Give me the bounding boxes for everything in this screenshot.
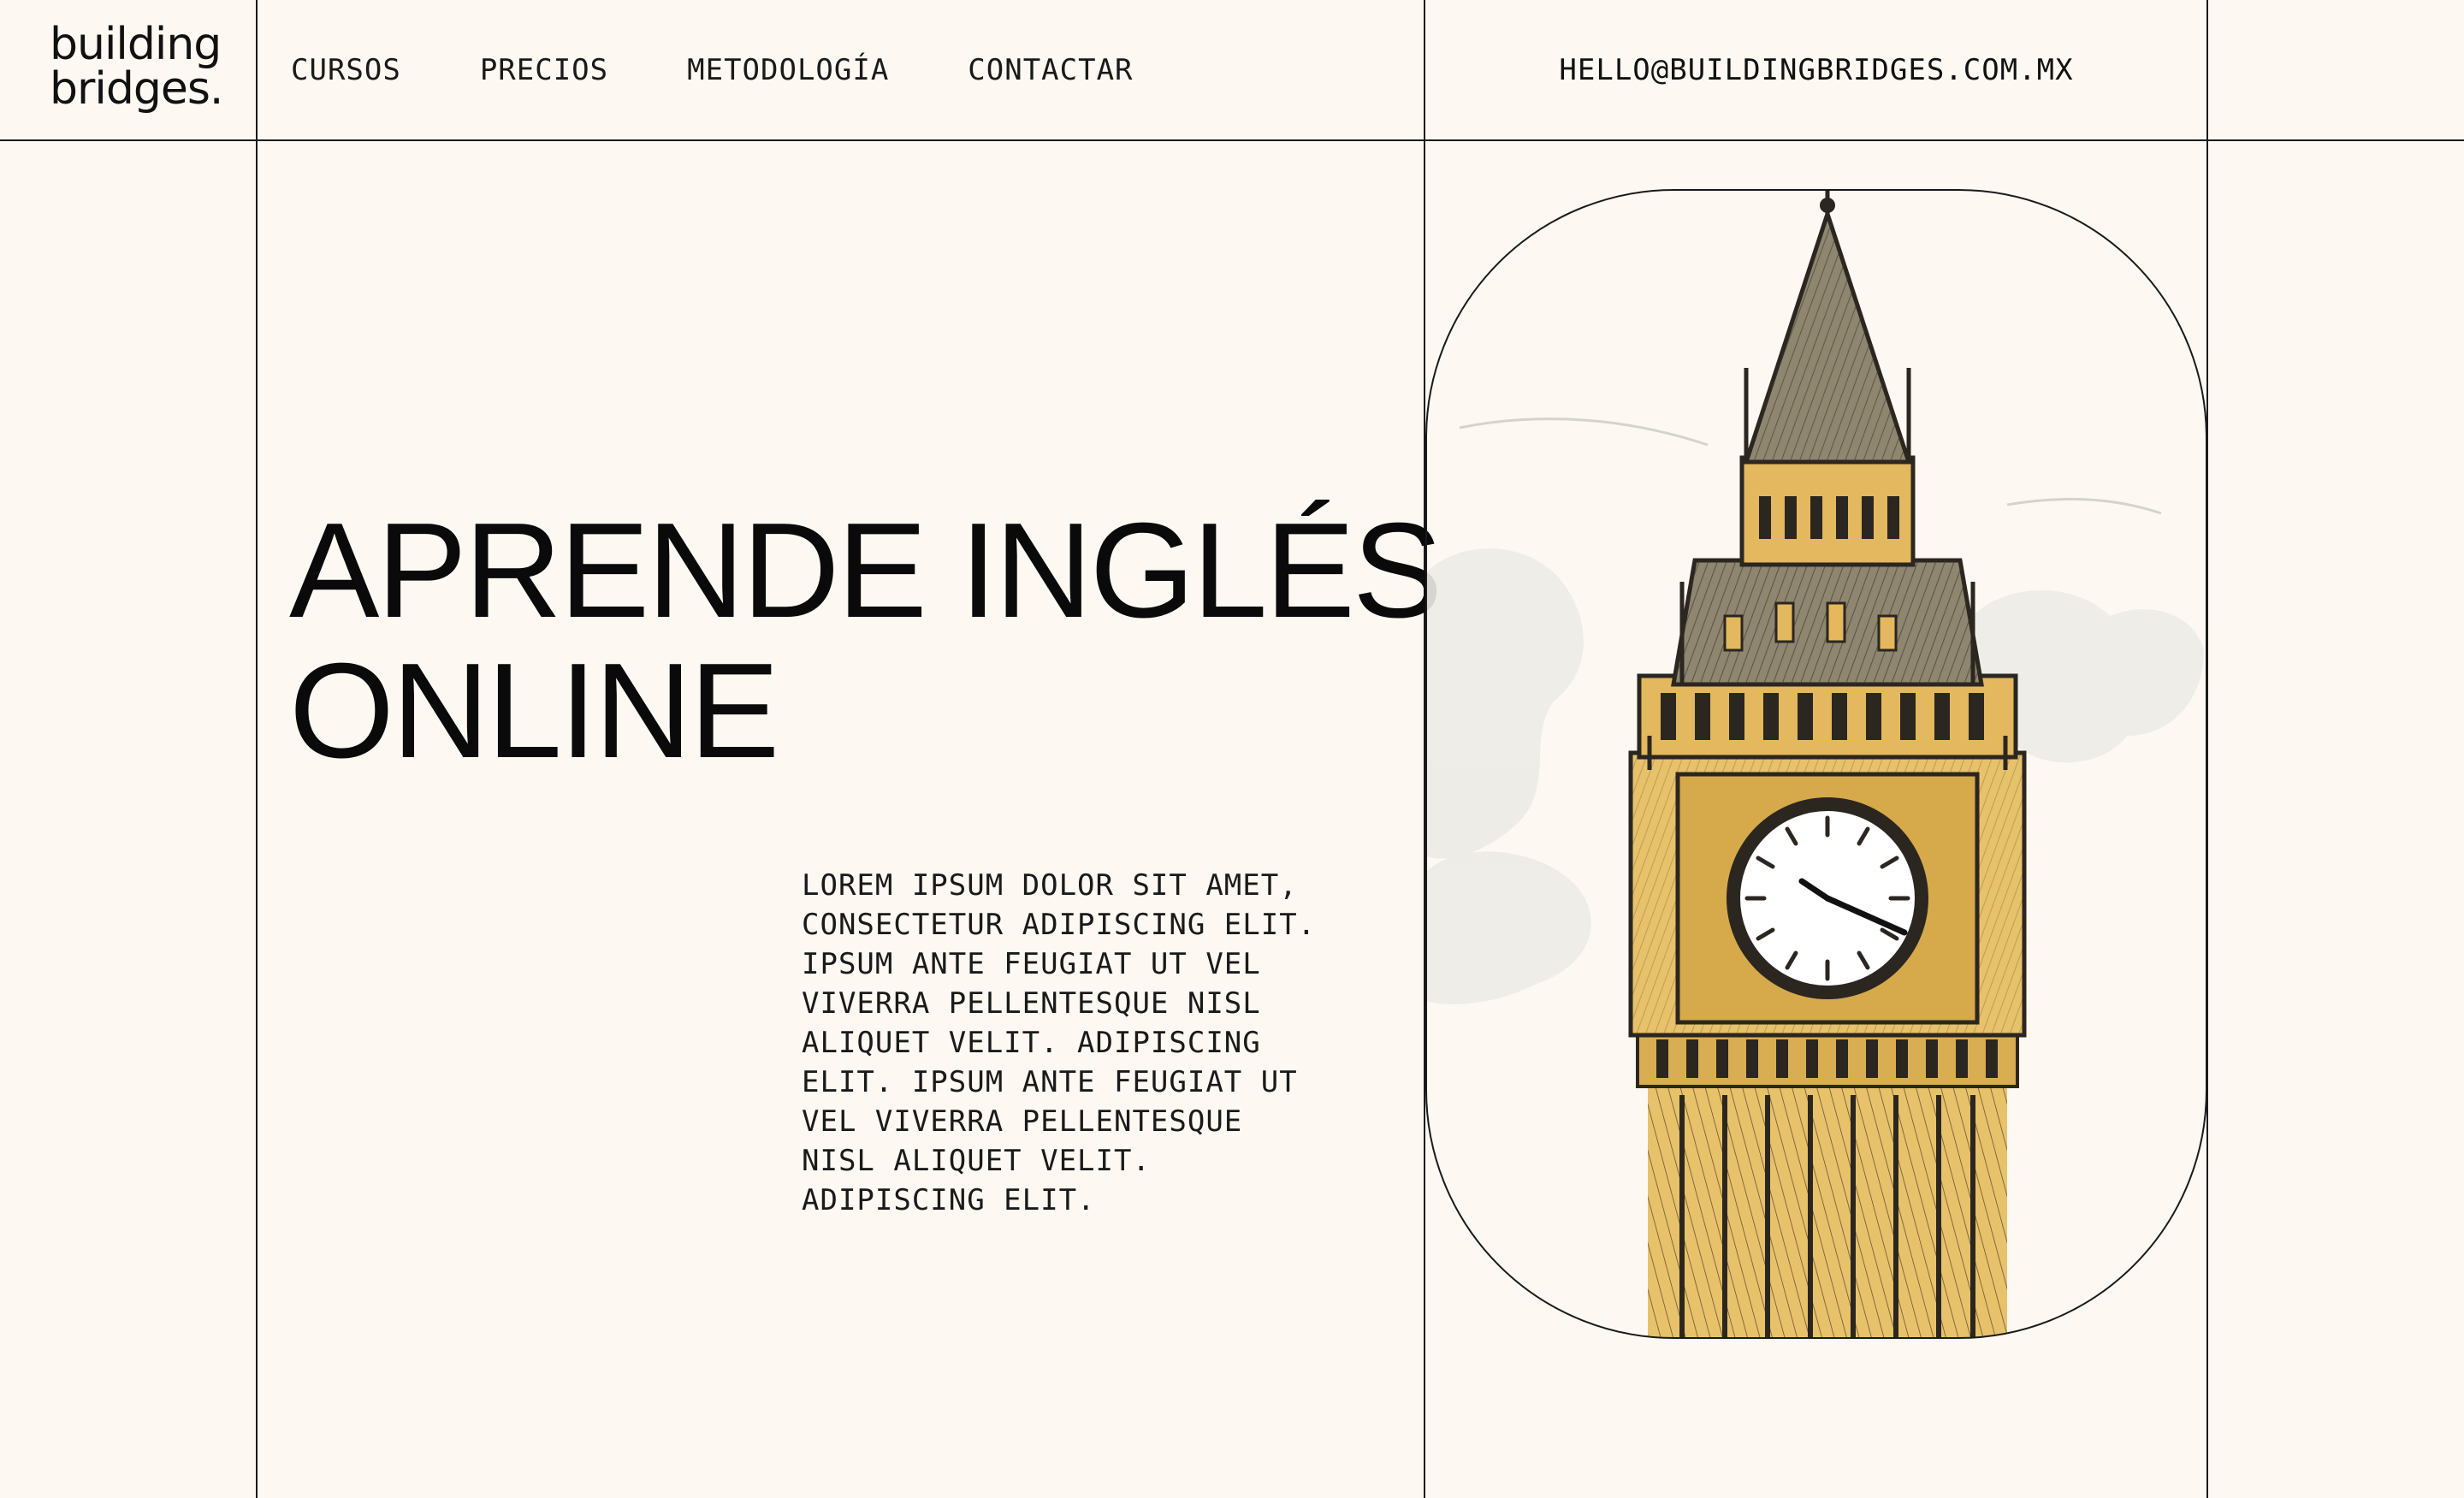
main-nav: CURSOS PRECIOS METODOLOGÍA CONTACTAR (291, 0, 1212, 139)
nav-link-metodologia[interactable]: METODOLOGÍA (687, 53, 889, 87)
brand-logo[interactable]: building bridges. (50, 22, 246, 111)
big-ben-illustration (1425, 189, 2207, 1339)
contact-email-link[interactable]: HELLO@BUILDINGBRIDGES.COM.MX (1427, 0, 2206, 139)
hero-title-line-1: APRENDE INGLÉS (289, 495, 1442, 646)
hero-description: LOREM IPSUM DOLOR SIT AMET, CONSECTETUR … (802, 868, 1317, 1217)
nav-link-contactar[interactable]: CONTACTAR (968, 53, 1133, 87)
nav-link-cursos[interactable]: CURSOS (291, 53, 401, 87)
logo-line-1: building (50, 19, 222, 70)
landing-page: building bridges. CURSOS PRECIOS METODOL… (0, 0, 2464, 1498)
hero-title: APRENDE INGLÉS ONLINE (289, 495, 1442, 786)
grid-line-left (256, 0, 258, 1498)
clock-tower (1628, 190, 2027, 1338)
logo-line-2: bridges. (50, 63, 223, 115)
nav-link-precios[interactable]: PRECIOS (480, 53, 608, 87)
hero-title-line-2: ONLINE (289, 636, 779, 786)
